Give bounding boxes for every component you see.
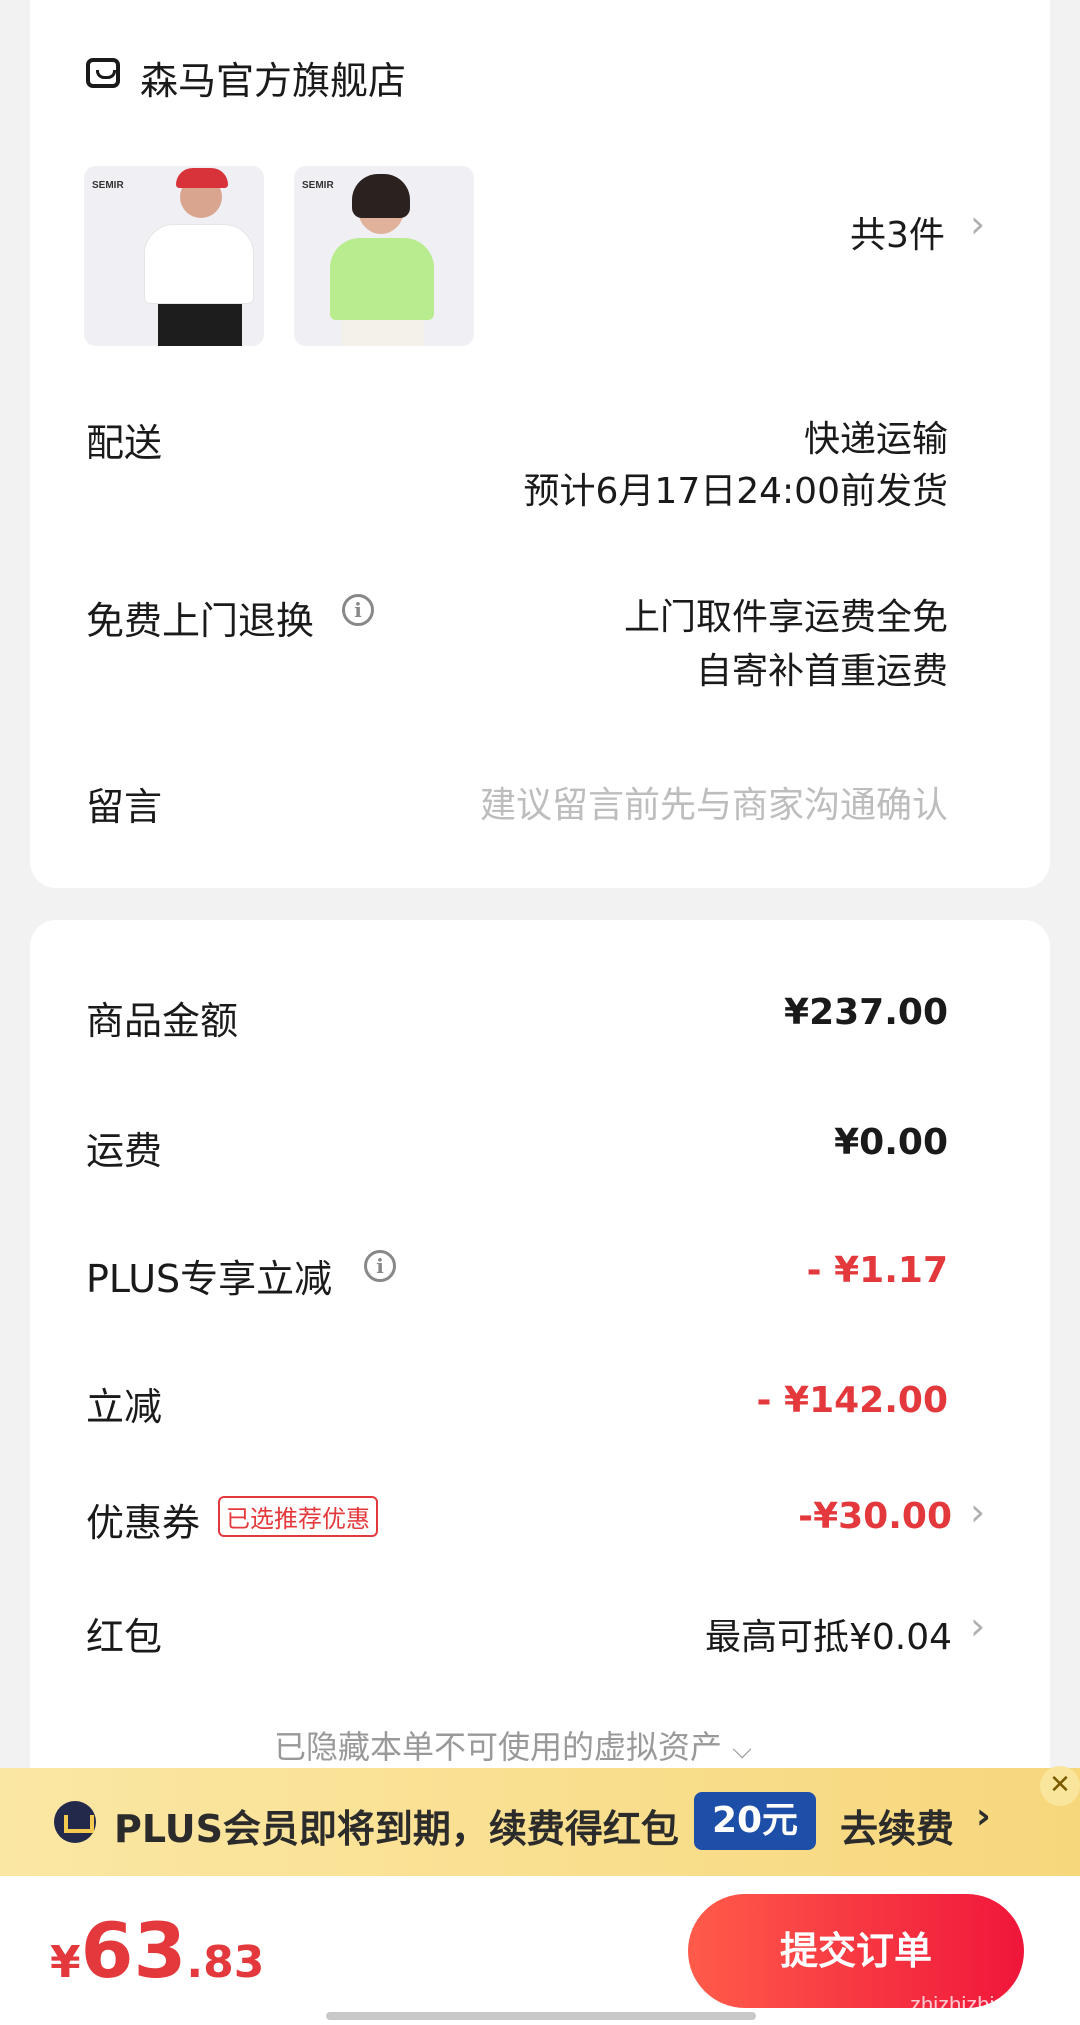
goods-amount-value: ¥237.00 <box>784 992 948 1033</box>
red-cap <box>176 168 228 188</box>
brand-mark: SEMIR <box>302 180 334 191</box>
delivery-method: 快递运输 <box>803 419 948 460</box>
chevron-right-icon[interactable]: › <box>970 1490 985 1534</box>
submit-order-button[interactable]: 提交订单 <box>688 1894 1024 2008</box>
chevron-down-icon: ⌵ <box>732 1735 752 1765</box>
store-name[interactable]: 森马官方旗舰店 <box>140 50 406 105</box>
returns-label: 免费上门退换 <box>86 599 315 643</box>
plus-banner-text: PLUS会员即将到期，续费得红包 <box>114 1807 679 1851</box>
chevron-right-icon[interactable]: › <box>970 1604 985 1648</box>
watermark: zhizhizhi.com <box>910 1992 1043 2017</box>
delivery-label: 配送 <box>86 421 163 465</box>
message-input[interactable]: 建议留言前先与商家沟通确认 <box>480 776 948 828</box>
total-currency: ¥ <box>50 1937 81 1988</box>
delivery-estimate: 预计6月17日24:00前发货 <box>523 471 948 512</box>
goods-amount-label: 商品金额 <box>86 999 239 1043</box>
total-decimal: .83 <box>186 1937 265 1988</box>
home-indicator <box>326 2012 756 2020</box>
store-card: 森马官方旗舰店 SEMIR SEMIR 共3件 › 配送 快递运输 预计6月17… <box>30 0 1050 888</box>
order-total: ¥63.83 <box>50 1906 264 1995</box>
close-icon[interactable]: ✕ <box>1040 1766 1080 1806</box>
model-hair <box>352 174 410 218</box>
red-packet-amount-chip: 20元 <box>694 1792 816 1850</box>
chevron-right-icon[interactable]: › <box>976 1796 991 1837</box>
coupon-label: 优惠券 <box>86 1501 201 1545</box>
returns-line1: 上门取件享运费全免 <box>623 597 948 638</box>
chevron-right-icon[interactable]: › <box>970 202 985 246</box>
product-thumbnail[interactable]: SEMIR <box>84 166 264 346</box>
instant-discount-value: - ¥142.00 <box>756 1380 948 1421</box>
plus-renewal-banner[interactable]: PLUS会员即将到期，续费得红包 20元 去续费 › ✕ <box>0 1766 1080 1876</box>
hidden-assets-text: 已隐藏本单不可使用的虚拟资产 <box>274 1728 723 1766</box>
info-icon[interactable]: i <box>364 1250 396 1282</box>
black-pants <box>158 304 242 346</box>
info-icon[interactable]: i <box>342 594 374 626</box>
white-tshirt <box>144 224 254 304</box>
renew-link[interactable]: 去续费 <box>840 1798 954 1853</box>
instant-discount-label: 立减 <box>86 1385 163 1429</box>
plus-crown-icon <box>54 1801 96 1843</box>
shipping-label: 运费 <box>86 1129 163 1173</box>
coupon-value[interactable]: -¥30.00 <box>798 1496 952 1537</box>
store-icon <box>86 58 120 88</box>
hidden-assets-note[interactable]: 已隐藏本单不可使用的虚拟资产 ⌵ <box>274 1722 752 1768</box>
white-pants <box>342 320 424 346</box>
message-label: 留言 <box>86 785 163 829</box>
item-count[interactable]: 共3件 <box>850 206 945 258</box>
plus-discount-label: PLUS专享立减 <box>86 1257 333 1301</box>
red-packet-value[interactable]: 最高可抵¥0.04 <box>705 1608 952 1660</box>
plus-discount-value: - ¥1.17 <box>806 1250 948 1291</box>
returns-line2: 自寄补首重运费 <box>695 651 948 692</box>
checkout-bar: ¥63.83 提交订单 zhizhizhi.com <box>0 1876 1080 2025</box>
total-integer: 63 <box>80 1906 187 1995</box>
brand-mark: SEMIR <box>92 180 124 191</box>
product-thumbnail[interactable]: SEMIR <box>294 166 474 346</box>
price-card: 商品金额 ¥237.00 运费 ¥0.00 PLUS专享立减 i - ¥1.17… <box>30 920 1050 1800</box>
green-cardigan <box>330 238 434 320</box>
shipping-value: ¥0.00 <box>834 1122 948 1163</box>
coupon-recommended-badge: 已选推荐优惠 <box>218 1496 378 1537</box>
red-packet-label: 红包 <box>86 1615 163 1659</box>
